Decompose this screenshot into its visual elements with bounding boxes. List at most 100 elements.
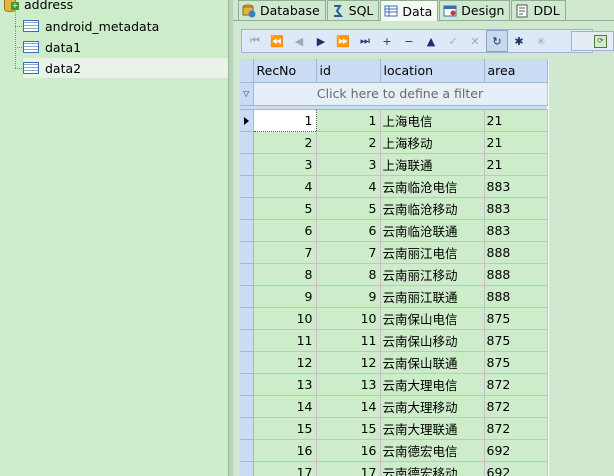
- delete-record-button[interactable]: −: [398, 30, 420, 52]
- table-row[interactable]: 2 2 上海移动 21: [240, 131, 548, 154]
- cell-area[interactable]: 692: [484, 439, 548, 462]
- cell-area[interactable]: 872: [484, 395, 548, 418]
- cell-recno[interactable]: 8: [253, 263, 317, 286]
- insert-record-button[interactable]: +: [376, 30, 398, 52]
- table-row[interactable]: 10 10 云南保山电信 875: [240, 307, 548, 330]
- cell-location[interactable]: 云南大理电信: [380, 373, 485, 396]
- cell-recno[interactable]: 10: [253, 307, 317, 330]
- cell-area[interactable]: 692: [484, 461, 548, 476]
- cell-id[interactable]: 8: [316, 263, 381, 286]
- tab-database[interactable]: Database: [238, 0, 326, 20]
- cell-recno[interactable]: 11: [253, 329, 317, 352]
- data-grid[interactable]: RecNo id location area ▽ Click here to d…: [240, 59, 549, 476]
- tab-design[interactable]: Design: [439, 0, 511, 20]
- table-row[interactable]: 5 5 云南临沧移动 883: [240, 197, 548, 220]
- cell-location[interactable]: 云南丽江电信: [380, 241, 485, 264]
- row-indicator[interactable]: [240, 439, 254, 462]
- table-row[interactable]: 17 17 云南德宏移动 692: [240, 461, 548, 476]
- apply-button[interactable]: ✱: [508, 30, 530, 52]
- cell-location[interactable]: 云南临沧联通: [380, 219, 485, 242]
- table-row[interactable]: 11 11 云南保山移动 875: [240, 329, 548, 352]
- cell-location[interactable]: 云南临沧电信: [380, 175, 485, 198]
- cell-id[interactable]: 7: [316, 241, 381, 264]
- next-record-button[interactable]: ▶: [310, 30, 332, 52]
- cell-id[interactable]: 6: [316, 219, 381, 242]
- cell-location[interactable]: 上海联通: [380, 153, 485, 176]
- tree-root-address[interactable]: + address: [4, 0, 73, 13]
- cell-id[interactable]: 2: [316, 131, 381, 154]
- cell-location[interactable]: 云南丽江移动: [380, 263, 485, 286]
- cell-area[interactable]: 872: [484, 417, 548, 440]
- cell-location[interactable]: 云南保山联通: [380, 351, 485, 374]
- cell-location[interactable]: 上海移动: [380, 131, 485, 154]
- prior-record-button[interactable]: ◀: [288, 30, 310, 52]
- cell-recno[interactable]: 14: [253, 395, 317, 418]
- cell-area[interactable]: 875: [484, 351, 548, 374]
- cell-recno[interactable]: 5: [253, 197, 317, 220]
- cell-id[interactable]: 1: [316, 109, 381, 132]
- cell-location[interactable]: 云南临沧移动: [380, 197, 485, 220]
- cell-recno[interactable]: 6: [253, 219, 317, 242]
- cell-area[interactable]: 888: [484, 263, 548, 286]
- cancel-edit-button[interactable]: ✕: [464, 30, 486, 52]
- cell-area[interactable]: 872: [484, 373, 548, 396]
- table-row[interactable]: 1 1 上海电信 21: [240, 108, 548, 132]
- cell-id[interactable]: 14: [316, 395, 381, 418]
- tab-ddl[interactable]: DDL: [511, 0, 566, 20]
- cell-location[interactable]: 上海电信: [380, 109, 485, 132]
- refresh-data-button[interactable]: ⟳: [571, 31, 614, 51]
- row-indicator[interactable]: [240, 263, 254, 286]
- cell-id[interactable]: 10: [316, 307, 381, 330]
- table-row[interactable]: 16 16 云南德宏电信 692: [240, 439, 548, 462]
- refresh-button[interactable]: ↻: [486, 30, 508, 52]
- cell-area[interactable]: 888: [484, 241, 548, 264]
- prior-page-button[interactable]: ⏪: [266, 30, 288, 52]
- cell-id[interactable]: 5: [316, 197, 381, 220]
- table-row[interactable]: 7 7 云南丽江电信 888: [240, 241, 548, 264]
- cell-id[interactable]: 11: [316, 329, 381, 352]
- bookmark-button[interactable]: ✳: [530, 30, 552, 52]
- cell-recno[interactable]: 16: [253, 439, 317, 462]
- cell-area[interactable]: 883: [484, 197, 548, 220]
- table-row[interactable]: 6 6 云南临沧联通 883: [240, 219, 548, 242]
- cell-recno[interactable]: 3: [253, 153, 317, 176]
- cell-id[interactable]: 12: [316, 351, 381, 374]
- cell-location[interactable]: 云南保山电信: [380, 307, 485, 330]
- cell-id[interactable]: 3: [316, 153, 381, 176]
- cell-area[interactable]: 888: [484, 285, 548, 308]
- column-header-location[interactable]: location: [380, 59, 485, 83]
- tab-data[interactable]: Data: [380, 0, 439, 21]
- cell-area[interactable]: 21: [484, 109, 548, 132]
- cell-location[interactable]: 云南大理移动: [380, 395, 485, 418]
- cell-area[interactable]: 21: [484, 131, 548, 154]
- filter-icon[interactable]: ▽: [240, 82, 254, 106]
- row-indicator[interactable]: [240, 307, 254, 330]
- row-indicator[interactable]: [240, 131, 254, 154]
- cell-location[interactable]: 云南大理联通: [380, 417, 485, 440]
- cell-recno[interactable]: 2: [253, 131, 317, 154]
- row-indicator[interactable]: [240, 461, 254, 476]
- table-row[interactable]: 9 9 云南丽江联通 888: [240, 285, 548, 308]
- cell-id[interactable]: 9: [316, 285, 381, 308]
- row-indicator[interactable]: [240, 329, 254, 352]
- cell-location[interactable]: 云南保山移动: [380, 329, 485, 352]
- cell-area[interactable]: 875: [484, 307, 548, 330]
- cell-area[interactable]: 883: [484, 219, 548, 242]
- cell-location[interactable]: 云南德宏移动: [380, 461, 485, 476]
- cell-area[interactable]: 875: [484, 329, 548, 352]
- row-indicator[interactable]: [240, 175, 254, 198]
- table-row[interactable]: 8 8 云南丽江移动 888: [240, 263, 548, 286]
- tab-sql[interactable]: SQL: [326, 0, 380, 20]
- table-row[interactable]: 13 13 云南大理电信 872: [240, 373, 548, 396]
- table-row[interactable]: 12 12 云南保山联通 875: [240, 351, 548, 374]
- row-indicator[interactable]: [240, 197, 254, 220]
- row-indicator[interactable]: [240, 351, 254, 374]
- table-row[interactable]: 3 3 上海联通 21: [240, 153, 548, 176]
- row-indicator[interactable]: [240, 153, 254, 176]
- cell-recno[interactable]: 12: [253, 351, 317, 374]
- cell-location[interactable]: 云南德宏电信: [380, 439, 485, 462]
- column-header-area[interactable]: area: [484, 59, 548, 83]
- cell-id[interactable]: 15: [316, 417, 381, 440]
- edit-record-button[interactable]: ▲: [420, 30, 442, 52]
- cell-recno[interactable]: 9: [253, 285, 317, 308]
